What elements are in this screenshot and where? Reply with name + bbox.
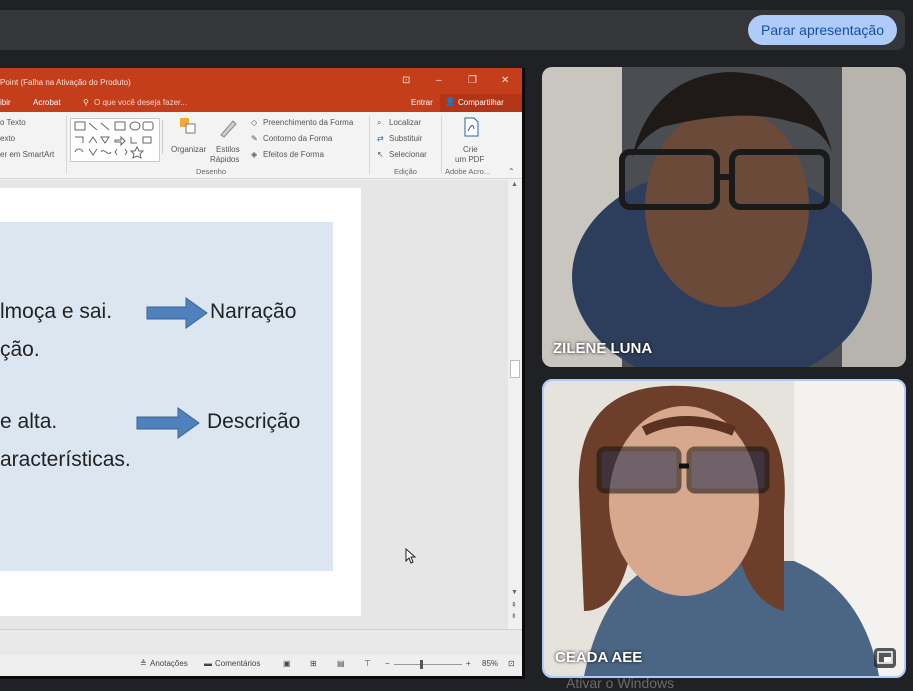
scroll-up-icon[interactable]: ▲	[511, 181, 518, 188]
select-cursor-icon: ↖	[377, 150, 384, 159]
arrange-icon	[178, 116, 198, 138]
drawing-group-label: Desenho	[196, 167, 227, 176]
ppt-ribbon: o Texto exto er em SmartArt Organizar Es…	[0, 112, 522, 179]
zoom-slider[interactable]	[394, 664, 462, 665]
ribbon-display-icon[interactable]: ⊡	[402, 75, 410, 86]
slide-line-4: aracterísticas.	[0, 448, 131, 471]
outline-icon: ✎	[251, 134, 258, 143]
entrar-link[interactable]: Entrar	[411, 98, 433, 107]
pdf-icon	[461, 116, 481, 138]
slide-line-3: e alta.	[0, 410, 58, 433]
share-label: Compartilhar	[458, 98, 504, 107]
ribbon-divider	[66, 116, 67, 174]
activation-watermark: Ativar o Windows	[566, 675, 675, 691]
replace-icon: ⇄	[377, 134, 384, 143]
ppt-menu-bar: ibir Acrobat ⚲ O que você deseja fazer..…	[0, 94, 522, 112]
slide-text-box[interactable]: lmoça e sai. Narração ção. e alta. Descr…	[0, 222, 333, 571]
close-icon[interactable]: ✕	[501, 75, 509, 86]
next-slide-icon[interactable]: ⇟	[511, 612, 517, 620]
comments-button[interactable]: Comentários	[215, 659, 260, 668]
zoom-slider-thumb[interactable]	[420, 660, 423, 669]
pip-button[interactable]	[874, 648, 896, 668]
convert-smartart-item[interactable]: er em SmartArt	[0, 150, 54, 159]
normal-view-icon[interactable]: ▣	[283, 659, 291, 668]
quick-styles-icon	[218, 116, 240, 138]
select-button[interactable]: Selecionar	[389, 150, 427, 159]
ppt-status-bar: ≜ Anotações ▬ Comentários ▣ ⊞ ▤ ⊤ − + 85…	[0, 655, 522, 676]
zoom-in-icon[interactable]: +	[466, 659, 471, 668]
scroll-thumb[interactable]	[510, 360, 520, 378]
find-icon: ⌕	[377, 118, 382, 127]
create-pdf-line2[interactable]: um PDF	[455, 155, 484, 164]
editing-group-label: Edição	[394, 167, 417, 176]
share-button[interactable]: 👤 Compartilhar	[440, 94, 522, 112]
adobe-group-label: Adobe Acro...	[445, 167, 491, 176]
tab-acrobat[interactable]: Acrobat	[33, 98, 61, 107]
person-icon: 👤	[445, 97, 455, 106]
slide-line-2: ção.	[0, 338, 40, 361]
participant-name: ZILENE LUNA	[553, 340, 653, 357]
restore-icon[interactable]: ❐	[468, 75, 477, 86]
shape-outline-button[interactable]: Contorno da Forma	[263, 134, 332, 143]
shape-effects-button[interactable]: Efeitos de Forma	[263, 150, 324, 159]
arrow-icon	[146, 297, 208, 329]
slide-label-descricao: Descrição	[207, 410, 301, 433]
zoom-level[interactable]: 85%	[482, 659, 498, 668]
slide-sorter-icon[interactable]: ⊞	[310, 659, 317, 668]
create-pdf-line1[interactable]: Crie	[463, 145, 478, 154]
quick-styles-line2[interactable]: Rápidos	[210, 155, 239, 164]
presentation-bar: Parar apresentação	[0, 10, 905, 50]
slide-editor: lmoça e sai. Narração ção. e alta. Descr…	[0, 180, 508, 629]
participant-name: CEADA AEE	[555, 649, 643, 666]
notes-icon: ≜	[140, 659, 147, 668]
participant-video	[542, 67, 906, 367]
shape-fill-button[interactable]: Preenchimento da Forma	[263, 118, 353, 127]
slide-label-narracao: Narração	[210, 300, 297, 323]
mouse-cursor-icon	[405, 548, 417, 564]
replace-button[interactable]: Substituir	[389, 134, 422, 143]
stop-presenting-button[interactable]: Parar apresentação	[748, 15, 897, 45]
slideshow-icon[interactable]: ⊤	[364, 659, 371, 668]
fit-to-window-icon[interactable]: ⊡	[508, 659, 515, 668]
lightbulb-icon: ⚲	[83, 98, 89, 107]
notes-button[interactable]: Anotações	[150, 659, 188, 668]
participant-tile[interactable]: CEADA AEE	[542, 379, 906, 678]
minimize-icon[interactable]: –	[436, 75, 442, 86]
comments-icon: ▬	[204, 659, 212, 668]
shapes-gallery[interactable]	[70, 118, 160, 162]
participant-tile[interactable]: ZILENE LUNA	[542, 67, 906, 367]
zoom-out-icon[interactable]: −	[385, 659, 390, 668]
ppt-title-bar: Point (Falha na Ativação do Produto) ⊡ –…	[0, 68, 522, 94]
slide-line-1: lmoça e sai.	[0, 300, 113, 323]
ribbon-divider	[369, 116, 370, 174]
picture-in-picture-icon	[877, 651, 893, 664]
shared-powerpoint-window: Point (Falha na Ativação do Produto) ⊡ –…	[0, 68, 525, 679]
vertical-scrollbar[interactable]: ▲ ▼ ⇞ ⇟	[508, 180, 522, 629]
collapse-ribbon-icon[interactable]: ⌃	[508, 167, 515, 176]
participant-video	[544, 381, 904, 676]
reading-view-icon[interactable]: ▤	[337, 659, 345, 668]
ppt-window-title: Point (Falha na Ativação do Produto)	[0, 78, 131, 87]
previous-slide-icon[interactable]: ⇞	[511, 601, 517, 609]
tell-me-search[interactable]: O que você deseja fazer...	[94, 98, 187, 107]
notes-pane[interactable]	[0, 629, 522, 656]
effects-icon: ◈	[251, 150, 258, 159]
paint-bucket-icon: ◇	[251, 118, 258, 127]
shapes-gallery-icon	[74, 121, 154, 159]
scroll-down-icon[interactable]: ▼	[511, 589, 518, 596]
arrow-icon	[136, 407, 200, 439]
ribbon-divider	[441, 116, 442, 174]
tab-exibir[interactable]: ibir	[0, 98, 11, 107]
quick-styles-line1[interactable]: Estilos	[216, 145, 240, 154]
arrange-button[interactable]: Organizar	[171, 145, 206, 154]
text-direction-item[interactable]: o Texto	[0, 118, 26, 127]
find-button[interactable]: Localizar	[389, 118, 421, 127]
align-text-item[interactable]: exto	[0, 134, 15, 143]
shapes-scroll[interactable]	[162, 120, 171, 154]
slide-canvas[interactable]: lmoça e sai. Narração ção. e alta. Descr…	[0, 188, 361, 616]
